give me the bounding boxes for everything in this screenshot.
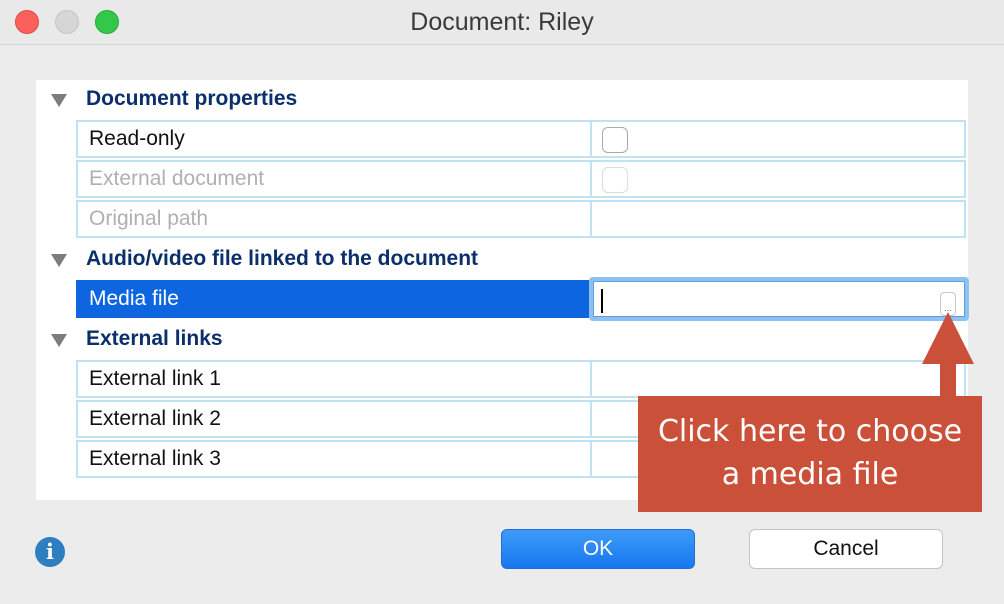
row-label: External link 1: [76, 360, 591, 398]
callout-line-1: Click here to choose: [657, 414, 963, 449]
row-value: [591, 160, 966, 198]
section-external-links[interactable]: External links: [36, 320, 968, 360]
section-title: Audio/video file linked to the document: [86, 247, 479, 270]
ok-button[interactable]: OK: [501, 529, 695, 569]
row-external-document: External document: [76, 160, 966, 198]
external-link-1-field[interactable]: [591, 360, 966, 398]
original-path-field: [591, 200, 966, 238]
row-label: Original path: [76, 200, 591, 238]
section-document-properties[interactable]: Document properties: [36, 80, 968, 120]
row-value: [591, 120, 966, 158]
disclosure-triangle-icon[interactable]: [51, 334, 67, 347]
callout-arrow-icon: [922, 312, 974, 398]
window-title: Document: Riley: [410, 8, 594, 36]
media-file-field[interactable]: ...: [589, 277, 969, 321]
row-label: External link 3: [76, 440, 591, 478]
row-label: External document: [76, 160, 591, 198]
row-external-link-1: External link 1: [76, 360, 966, 398]
callout-annotation: Click here to choose a media file: [638, 396, 982, 512]
section-title: Document properties: [86, 87, 298, 110]
section-audio-video[interactable]: Audio/video file linked to the document: [36, 240, 968, 280]
text-caret: [601, 289, 603, 313]
info-icon[interactable]: i: [35, 537, 65, 567]
row-read-only: Read-only: [76, 120, 966, 158]
disclosure-triangle-icon[interactable]: [51, 254, 67, 267]
external-document-checkbox: [602, 167, 628, 193]
disclosure-triangle-icon[interactable]: [51, 94, 67, 107]
row-label: Read-only: [76, 120, 591, 158]
media-file-input[interactable]: ...: [593, 281, 965, 317]
callout-line-2: a media file: [721, 457, 899, 492]
cancel-button[interactable]: Cancel: [749, 529, 943, 569]
row-media-file[interactable]: Media file ...: [76, 277, 969, 321]
row-label: External link 2: [76, 400, 591, 438]
row-label: Media file: [76, 280, 591, 318]
row-original-path: Original path: [76, 200, 966, 238]
read-only-checkbox[interactable]: [602, 127, 628, 153]
section-title: External links: [86, 327, 223, 350]
title-bar: Document: Riley: [0, 0, 1004, 45]
document-dialog: Document: Riley Document properties Read…: [0, 0, 1004, 604]
